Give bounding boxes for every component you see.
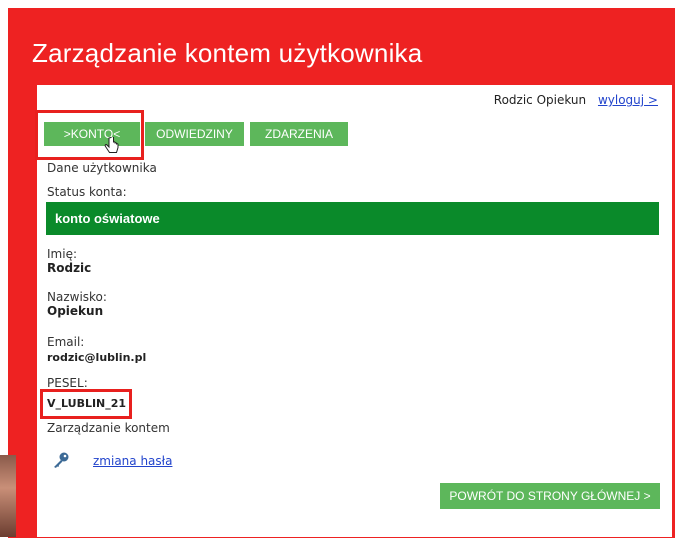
page-title: Zarządzanie kontem użytkownika [32,38,423,68]
section-heading: Dane użytkownika [47,161,157,175]
status-label: Status konta: [47,185,127,199]
tab-odwiedziny[interactable]: ODWIEDZINY [145,122,244,146]
first-name-value: Rodzic [47,261,92,275]
hand-pointer-icon [104,136,120,161]
pesel-label: PESEL: [47,376,88,390]
change-password-link[interactable]: zmiana hasła [93,454,172,468]
user-info: Rodzic Opiekun wyloguj > [494,93,658,107]
account-mgmt-heading: Zarządzanie kontem [47,421,170,435]
first-name-label: Imię: [47,247,77,261]
back-to-home-button[interactable]: POWRÓT DO STRONY GŁÓWNEJ > [440,483,660,509]
email-label: Email: [47,335,85,349]
user-name: Rodzic Opiekun [493,93,587,107]
key-icon [52,451,70,473]
email-value: rodzic@lublin.pl [47,351,147,364]
tab-highlight-box [35,110,144,160]
tab-zdarzenia[interactable]: ZDARZENIA [250,122,348,146]
background-photo [0,455,16,537]
last-name-label: Nazwisko: [47,290,107,304]
account-panel: Rodzic Opiekun wyloguj > >KONTO< ODWIEDZ… [35,85,672,537]
last-name-value: Opiekun [47,304,104,318]
status-badge: konto oświatowe [46,202,659,235]
pesel-highlight-box [40,389,132,419]
logout-link[interactable]: wyloguj > [598,93,658,107]
